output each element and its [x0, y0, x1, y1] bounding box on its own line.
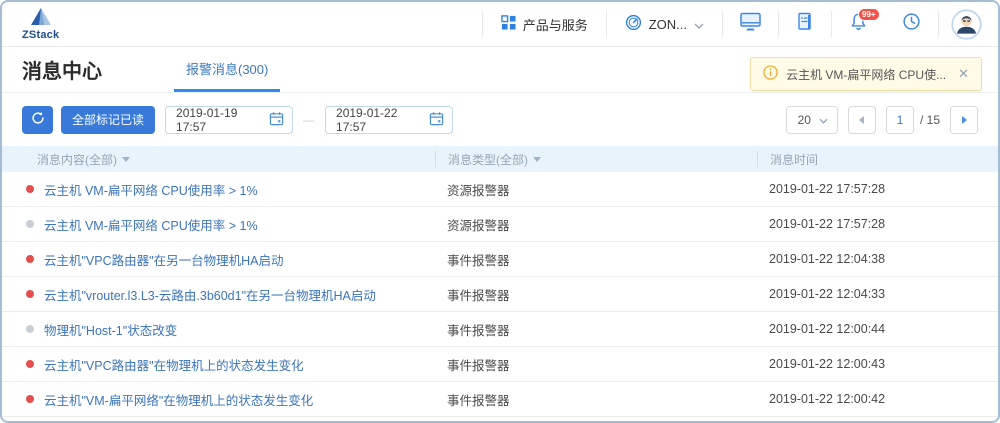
message-link[interactable]: 物理机"Host-1"状态改变 [44, 320, 177, 339]
page-number-input[interactable] [886, 106, 914, 134]
column-label: 消息内容(全部) [37, 151, 117, 168]
refresh-icon [31, 111, 45, 128]
notification-badge: 99+ [858, 8, 880, 21]
message-type: 事件报警器 [435, 355, 757, 374]
table-row[interactable]: 云主机 VM-扁平网络 CPU使用率 > 1% 资源报警器 2019-01-22… [2, 172, 998, 207]
user-avatar[interactable] [951, 9, 982, 40]
column-label: 消息类型(全部) [448, 151, 528, 168]
message-type: 事件报警器 [435, 250, 757, 269]
message-type: 事件报警器 [435, 320, 757, 339]
products-menu[interactable]: 产品与服务 [483, 2, 606, 46]
message-link[interactable]: 云主机"VM-扁平网络"在物理机上的状态发生变化 [44, 390, 313, 409]
message-type: 事件报警器 [435, 390, 757, 409]
notification-toast: 云主机 VM-扁平网络 CPU使... ✕ [750, 57, 982, 91]
app-window: ZStack 产品与服务 [0, 0, 1000, 423]
toolbar-left: 全部标记已读 2019-01-19 17:57 — 2019-01-22 17:… [22, 106, 453, 134]
info-icon [763, 65, 778, 83]
unread-indicator [26, 185, 34, 193]
chevron-down-icon [819, 113, 828, 127]
unread-indicator [26, 290, 34, 298]
message-link[interactable]: 云主机 VM-扁平网络 CPU使用率 > 1% [44, 215, 258, 234]
date-from-input[interactable]: 2019-01-19 17:57 [165, 106, 293, 134]
date-to-input[interactable]: 2019-01-22 17:57 [325, 106, 453, 134]
refresh-button[interactable] [22, 106, 53, 134]
unread-indicator [26, 395, 34, 403]
logo-label: ZStack [22, 30, 59, 41]
zstack-triangle-icon [30, 8, 52, 29]
toast-message[interactable]: 云主机 VM-扁平网络 CPU使... [786, 66, 946, 83]
sort-caret-icon [533, 157, 541, 162]
chevron-down-icon [694, 17, 704, 32]
page-size-select[interactable]: 20 [786, 106, 838, 134]
message-link[interactable]: 云主机"VPC路由器"在另一台物理机HA启动 [44, 250, 283, 269]
message-time: 2019-01-22 12:00:42 [757, 392, 998, 406]
header-nav: 产品与服务 ZON... [482, 2, 998, 46]
message-type: 资源报警器 [435, 180, 757, 199]
prev-page-button[interactable] [848, 106, 876, 134]
column-header-type[interactable]: 消息类型(全部) [435, 151, 757, 167]
message-time: 2019-01-22 12:04:38 [757, 252, 998, 266]
products-label: 产品与服务 [523, 15, 588, 34]
message-link[interactable]: 云主机"vrouter.l3.L3-云路由.3b60d1"在另一台物理机HA启动 [44, 285, 376, 304]
messages-table: 消息内容(全部) 消息类型(全部) 消息时间 云主机 VM-扁平网络 CPU使用… [2, 146, 998, 417]
mark-all-read-button[interactable]: 全部标记已读 [61, 106, 155, 134]
table-row[interactable]: 云主机 VM-扁平网络 CPU使用率 > 1% 资源报警器 2019-01-22… [2, 207, 998, 242]
page-size-value: 20 [798, 113, 811, 127]
message-time: 2019-01-22 12:04:33 [757, 287, 998, 301]
calendar-icon [429, 111, 444, 129]
column-label: 消息时间 [770, 151, 818, 168]
close-icon[interactable]: ✕ [958, 66, 969, 82]
table-row[interactable]: 云主机"VPC路由器"在物理机上的状态发生变化 事件报警器 2019-01-22… [2, 347, 998, 382]
table-row[interactable]: 云主机"vrouter.l3.L3-云路由.3b60d1"在另一台物理机HA启动… [2, 277, 998, 312]
divider [938, 11, 939, 37]
app-header: ZStack 产品与服务 [2, 2, 998, 47]
docs-button[interactable] [779, 2, 831, 46]
message-time: 2019-01-22 12:00:43 [757, 357, 998, 371]
page-title: 消息中心 [22, 55, 102, 84]
table-row[interactable]: 物理机"Host-1"状态改变 事件报警器 2019-01-22 12:00:4… [2, 312, 998, 347]
page-total: / 15 [920, 113, 940, 127]
apps-grid-icon [501, 15, 516, 33]
prev-arrow-icon [859, 116, 864, 124]
next-page-button[interactable] [950, 106, 978, 134]
tab-alarm-messages[interactable]: 报警消息(300) [174, 47, 280, 92]
message-time: 2019-01-22 17:57:28 [757, 217, 998, 231]
message-type: 事件报警器 [435, 285, 757, 304]
zone-label: ZON... [649, 17, 687, 32]
toolbar: 全部标记已读 2019-01-19 17:57 — 2019-01-22 17:… [2, 93, 998, 146]
sort-caret-icon [122, 157, 130, 162]
unread-indicator [26, 360, 34, 368]
clock-icon [902, 12, 921, 36]
column-header-content[interactable]: 消息内容(全部) [2, 151, 435, 167]
column-header-time: 消息时间 [757, 151, 998, 167]
zstack-logo[interactable]: ZStack [22, 8, 59, 41]
message-time: 2019-01-22 17:57:28 [757, 182, 998, 196]
unread-indicator [26, 325, 34, 333]
unread-indicator [26, 220, 34, 228]
notifications-button[interactable]: 99+ [832, 2, 885, 46]
message-time: 2019-01-22 12:00:44 [757, 322, 998, 336]
calendar-icon [269, 111, 284, 129]
document-icon [796, 12, 814, 36]
message-link[interactable]: 云主机 VM-扁平网络 CPU使用率 > 1% [44, 180, 258, 199]
message-link[interactable]: 云主机"VPC路由器"在物理机上的状态发生变化 [44, 355, 304, 374]
history-button[interactable] [885, 2, 938, 46]
message-type: 资源报警器 [435, 215, 757, 234]
zone-gauge-icon [625, 14, 642, 34]
date-range-separator: — [303, 113, 315, 127]
date-from-value: 2019-01-19 17:57 [176, 106, 269, 134]
table-row[interactable]: 云主机"VM-扁平网络"在物理机上的状态发生变化 事件报警器 2019-01-2… [2, 382, 998, 417]
console-button[interactable] [723, 2, 778, 46]
table-row[interactable]: 云主机"VPC路由器"在另一台物理机HA启动 事件报警器 2019-01-22 … [2, 242, 998, 277]
zone-selector[interactable]: ZON... [607, 2, 722, 46]
unread-indicator [26, 255, 34, 263]
monitor-icon [740, 12, 761, 36]
date-to-value: 2019-01-22 17:57 [336, 106, 429, 134]
table-header: 消息内容(全部) 消息类型(全部) 消息时间 [2, 146, 998, 172]
next-arrow-icon [962, 116, 967, 124]
pagination: 20 / 15 [786, 106, 978, 134]
